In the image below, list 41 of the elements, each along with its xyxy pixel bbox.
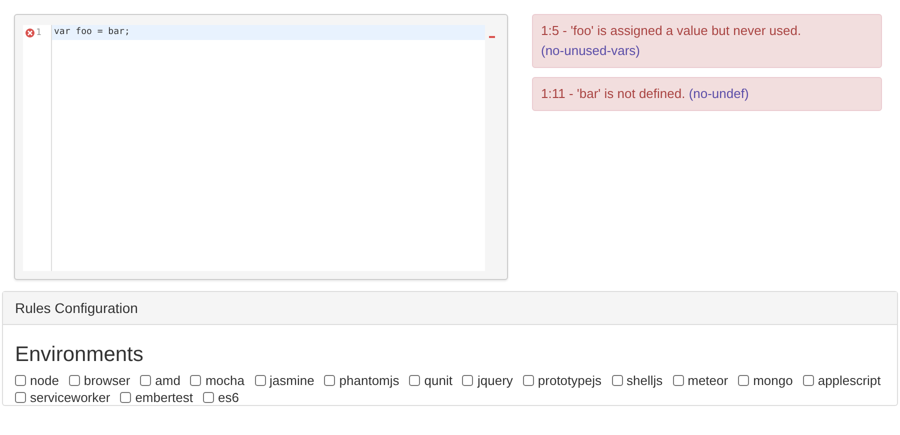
- checkbox-label: meteor: [688, 373, 728, 388]
- checkbox[interactable]: [254, 375, 266, 386]
- checkbox-label: mongo: [753, 373, 793, 388]
- checkbox-label: jasmine: [270, 373, 314, 388]
- checkbox[interactable]: [409, 375, 420, 386]
- section-heading: Environments: [15, 343, 144, 367]
- checkbox[interactable]: [522, 375, 534, 386]
- checkbox-label: prototypejs: [538, 373, 602, 388]
- checkbox[interactable]: [15, 392, 26, 403]
- checkbox-label: qunit: [424, 373, 452, 388]
- error-message: 1:11 - 'bar' is not defined. (no-undef): [532, 77, 882, 111]
- checkbox[interactable]: [672, 375, 684, 386]
- checkbox-label: jquery: [477, 373, 513, 388]
- error-marker: [489, 36, 495, 38]
- checkbox[interactable]: [120, 392, 132, 403]
- checkbox[interactable]: [190, 375, 202, 386]
- checkbox-label: browser: [84, 373, 130, 388]
- rule-link[interactable]: (no-undef): [688, 86, 749, 101]
- code-editor[interactable]: 1 var foo = bar;: [14, 14, 508, 280]
- checkbox[interactable]: [612, 375, 622, 386]
- checkbox[interactable]: [324, 375, 336, 386]
- checkbox[interactable]: [462, 375, 474, 386]
- checkbox-label: es6: [218, 390, 239, 405]
- checkbox-label: amd: [155, 373, 180, 388]
- checkbox[interactable]: [738, 375, 750, 386]
- rule-link[interactable]: (no-unused-vars): [541, 43, 640, 58]
- checkbox-label: applescript: [818, 373, 881, 388]
- checkbox-label: phantomjs: [339, 373, 400, 388]
- checkbox[interactable]: [203, 392, 214, 403]
- checkbox-label: serviceworker: [30, 390, 110, 405]
- checkbox-label: node: [30, 373, 59, 388]
- error-message: 1:5 - 'foo' is assigned a value but never used. (no-unused-vars): [532, 14, 882, 68]
- checkbox-label: mocha: [205, 373, 244, 388]
- line-number: 1: [36, 28, 42, 38]
- panel-header: Rules Configuration: [3, 292, 897, 325]
- checkbox-label: shelljs: [626, 373, 663, 388]
- checkbox-label: embertest: [135, 390, 193, 405]
- checkbox[interactable]: [140, 375, 152, 386]
- checkbox[interactable]: [15, 375, 26, 386]
- checkbox[interactable]: [68, 375, 80, 386]
- checkbox[interactable]: [802, 375, 814, 386]
